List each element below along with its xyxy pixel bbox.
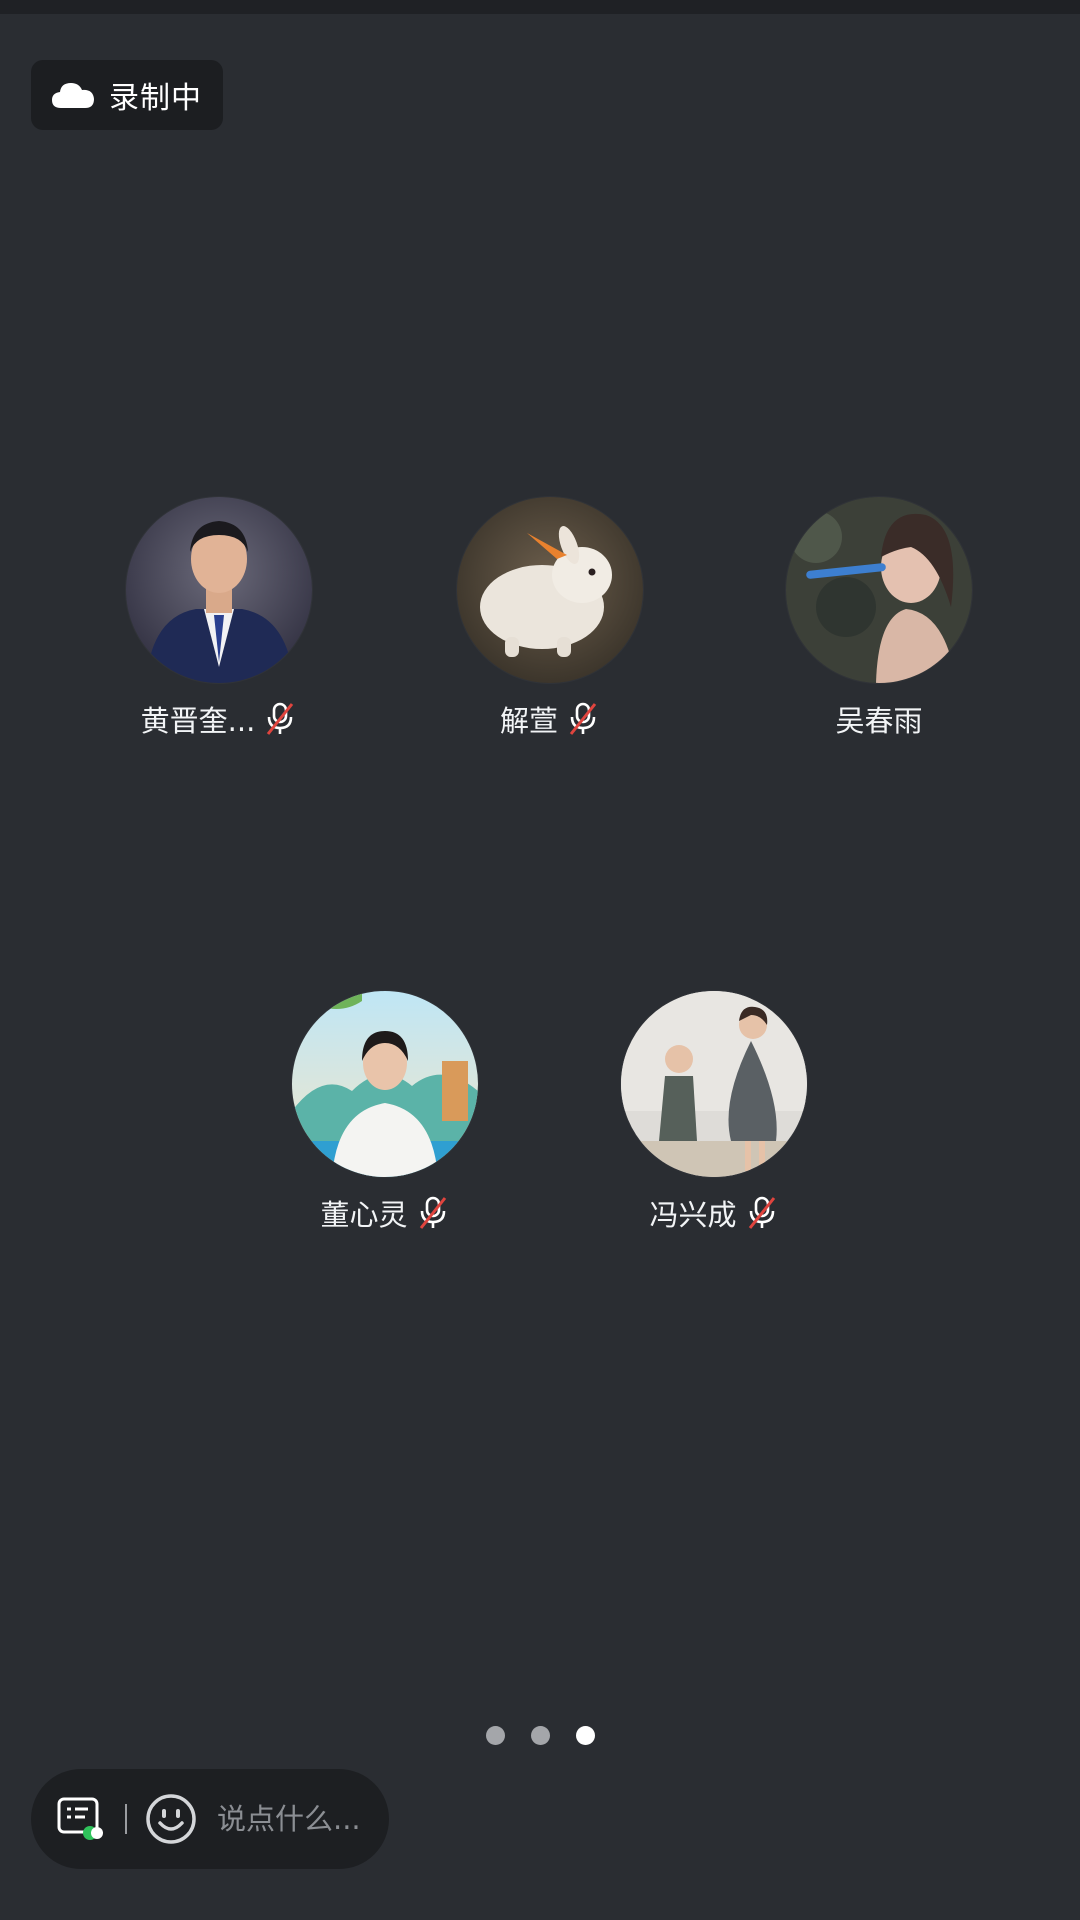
participant-name: 冯兴成 <box>649 1198 737 1232</box>
avatar-image <box>457 497 643 683</box>
recording-label: 录制中 <box>109 81 202 116</box>
divider <box>125 1804 127 1834</box>
avatar-image <box>786 497 972 683</box>
chat-input[interactable] <box>217 1802 367 1836</box>
mic-muted-icon <box>267 702 294 735</box>
avatar[interactable] <box>126 497 312 683</box>
avatar[interactable] <box>786 497 972 683</box>
avatar-image <box>621 991 807 1177</box>
participant-tile[interactable]: 黄晋奎... <box>89 497 349 739</box>
avatar[interactable] <box>292 991 478 1177</box>
page-indicator[interactable] <box>0 1726 1080 1745</box>
participant-tile[interactable]: 冯兴成 <box>584 991 844 1233</box>
mic-muted-icon <box>569 702 597 735</box>
avatar-image <box>126 497 312 683</box>
mic-muted-icon <box>748 1196 775 1229</box>
status-strip <box>0 0 1080 14</box>
cloud-icon <box>52 83 94 108</box>
participant-tile[interactable]: 吴春雨 <box>749 497 1009 739</box>
participant-name: 吴春雨 <box>835 704 923 738</box>
participant-name: 黄晋奎... <box>140 704 256 738</box>
chat-bar <box>31 1769 389 1869</box>
page-dot[interactable] <box>530 1726 550 1745</box>
recording-badge[interactable]: 录制中 <box>31 60 223 130</box>
avatar[interactable] <box>621 991 807 1177</box>
mic-muted-icon <box>419 1196 446 1229</box>
subtitle-icon[interactable] <box>55 1794 105 1844</box>
avatar[interactable] <box>457 497 643 683</box>
emoji-icon[interactable] <box>145 1793 197 1845</box>
participant-tile[interactable]: 解萱 <box>420 497 680 739</box>
avatar-image <box>292 991 478 1177</box>
page-dot[interactable] <box>485 1726 505 1745</box>
participant-name: 董心灵 <box>320 1198 408 1232</box>
participant-tile[interactable]: 董心灵 <box>255 991 515 1233</box>
participant-name: 解萱 <box>499 704 558 738</box>
page-dot-active[interactable] <box>575 1726 595 1745</box>
